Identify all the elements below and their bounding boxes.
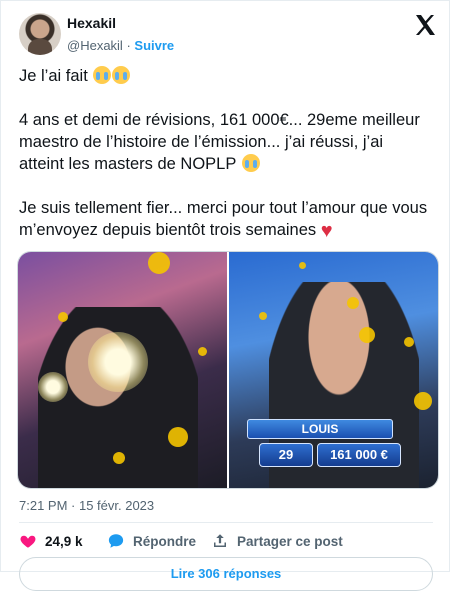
- read-replies-button[interactable]: Lire 306 réponses: [19, 557, 433, 591]
- rank-badge: 29: [259, 443, 313, 467]
- tweet-paragraph-3: Je suis tellement fier... merci pour tou…: [19, 199, 432, 242]
- tweet-line-1: Je l’ai fait: [19, 65, 431, 87]
- crying-face-icon: [112, 66, 131, 84]
- crying-face-icon: [93, 66, 112, 84]
- divider: [19, 522, 433, 523]
- tweet-card: Hexakil @Hexakil · Suivre Je l’ai fait 4…: [0, 0, 450, 591]
- photo-left[interactable]: [18, 252, 227, 488]
- separator: ·: [126, 38, 131, 53]
- reply-button[interactable]: Répondre: [107, 532, 196, 550]
- tweet-paragraph-2: 4 ans et demi de révisions, 161 000€... …: [19, 111, 425, 173]
- x-logo-icon[interactable]: [413, 13, 437, 37]
- action-bar: 24,9 k Répondre Partager ce post: [1, 532, 450, 552]
- winnings-badge: 161 000 €: [317, 443, 401, 467]
- share-label: Partager ce post: [237, 533, 343, 549]
- follow-button[interactable]: Suivre: [134, 38, 174, 53]
- heart-icon: [20, 535, 36, 548]
- contestant-name-plate: LOUIS: [247, 419, 393, 439]
- share-icon: [214, 534, 226, 547]
- share-button[interactable]: Partager ce post: [211, 532, 343, 550]
- like-button[interactable]: 24,9 k: [19, 532, 83, 550]
- crying-face-icon: [241, 154, 260, 172]
- author-name[interactable]: Hexakil: [67, 15, 116, 31]
- author-handle-line: @Hexakil · Suivre: [67, 38, 174, 53]
- avatar[interactable]: [19, 13, 61, 55]
- like-count: 24,9 k: [45, 533, 83, 549]
- red-heart-icon: ♥: [320, 220, 333, 242]
- reply-bubble-icon: [108, 534, 124, 548]
- author-handle[interactable]: @Hexakil: [67, 38, 123, 53]
- timestamp[interactable]: 7:21 PM · 15 févr. 2023: [19, 498, 154, 513]
- reply-label: Répondre: [133, 533, 197, 549]
